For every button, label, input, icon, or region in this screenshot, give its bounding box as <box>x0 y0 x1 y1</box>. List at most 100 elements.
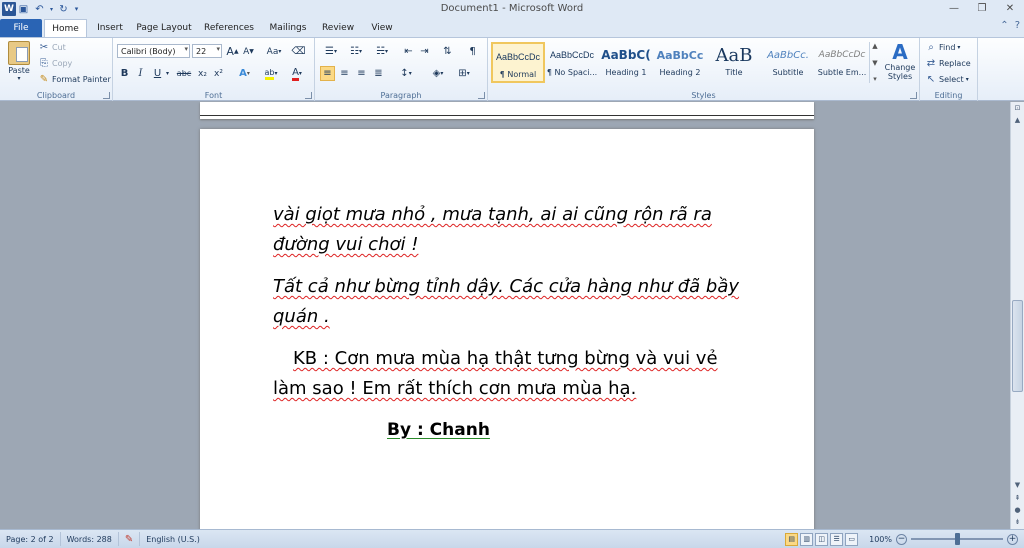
italic-button[interactable]: I <box>133 66 148 81</box>
styles-gallery-scroll[interactable]: ▲ ▼ ▾ <box>869 42 880 83</box>
zoom-slider-knob[interactable] <box>955 533 960 545</box>
grow-font-button[interactable]: A ▲ <box>225 44 240 59</box>
word-logo-icon[interactable]: W <box>2 2 16 16</box>
style-heading-1[interactable]: AaBbC( Heading 1 <box>599 42 653 83</box>
document-area[interactable]: vài giọt mưa nhỏ , mưa tạnh, ai ai cũng … <box>0 102 1010 529</box>
tab-page-layout[interactable]: Page Layout <box>134 19 194 37</box>
find-button[interactable]: ⌕ Find ▾ <box>925 41 960 53</box>
proofing-icon[interactable]: ✎ <box>119 532 141 546</box>
minimize-icon[interactable]: — <box>940 0 968 17</box>
scroll-down-icon[interactable]: ▼ <box>1011 479 1024 491</box>
select-browse-object-icon[interactable]: ● <box>1011 504 1024 516</box>
cut-button[interactable]: ✂ Cut <box>38 41 66 53</box>
scroll-up-icon[interactable]: ▲ <box>1011 114 1024 126</box>
save-icon[interactable]: ▣ <box>16 2 31 17</box>
superscript-button[interactable]: x² <box>211 66 226 81</box>
replace-button[interactable]: ⇄ Replace <box>925 57 971 69</box>
paragraph-3[interactable]: KB : Cơn mưa mùa hạ thật tưng bừng và vu… <box>273 344 753 404</box>
chevron-down-icon[interactable]: ▼ <box>872 59 877 67</box>
align-left-icon[interactable]: ≡ <box>320 66 335 81</box>
minimize-ribbon-icon[interactable]: ⌃ <box>1000 20 1008 31</box>
tab-file[interactable]: File <box>0 19 42 37</box>
style-heading-2[interactable]: AaBbCc Heading 2 <box>653 42 707 83</box>
page-count[interactable]: Page: 2 of 2 <box>0 532 61 546</box>
shrink-font-button[interactable]: A ▼ <box>241 44 256 59</box>
line-spacing-button[interactable]: ↕ ▾ <box>395 66 417 81</box>
zoom-out-icon[interactable]: − <box>896 533 907 545</box>
dropdown-arrow-icon[interactable]: ▾ <box>48 2 55 17</box>
zoom-slider[interactable] <box>911 533 1003 545</box>
previous-page-icon[interactable]: ⇞ <box>1011 492 1024 504</box>
draft-view-icon[interactable]: ▭ <box>845 532 859 546</box>
tab-insert[interactable]: Insert <box>92 19 128 37</box>
customize-qat-icon[interactable]: ▾ <box>72 2 81 17</box>
change-styles-button[interactable]: A Change Styles <box>882 41 918 81</box>
signature[interactable]: By : Chanh <box>387 420 490 440</box>
dialog-launcher-icon[interactable] <box>103 92 110 99</box>
decrease-indent-icon[interactable]: ⇤ <box>401 44 416 59</box>
next-page-icon[interactable]: ⇟ <box>1011 516 1024 528</box>
multilevel-list-button[interactable]: ☵ ▾ <box>371 44 393 59</box>
dialog-launcher-icon[interactable] <box>910 92 917 99</box>
subscript-button[interactable]: x₂ <box>195 66 210 81</box>
tab-view[interactable]: View <box>364 19 400 37</box>
zoom-in-icon[interactable]: + <box>1007 533 1018 545</box>
text-effects-button[interactable]: A ▾ <box>237 66 252 81</box>
numbering-button[interactable]: ☷ ▾ <box>345 44 367 59</box>
borders-button[interactable]: ⊞ ▾ <box>453 66 475 81</box>
document-page[interactable]: vài giọt mưa nhỏ , mưa tạnh, ai ai cũng … <box>200 129 814 529</box>
tab-home[interactable]: Home <box>44 19 87 37</box>
language[interactable]: English (U.S.) <box>140 532 206 546</box>
font-name-combo[interactable]: Calibri (Body) ▾ <box>117 44 190 58</box>
change-case-button[interactable]: Aa ▾ <box>264 44 284 59</box>
copy-button[interactable]: ⎘ Copy <box>38 57 72 69</box>
style-subtle-emphasis[interactable]: AaBbCcDc Subtle Em... <box>815 42 869 83</box>
tab-mailings[interactable]: Mailings <box>264 19 312 37</box>
justify-icon[interactable]: ≣ <box>371 66 386 81</box>
align-right-icon[interactable]: ≡ <box>354 66 369 81</box>
scrollbar-thumb[interactable] <box>1012 300 1023 392</box>
bullets-button[interactable]: ☰ ▾ <box>320 44 342 59</box>
pilcrow-icon[interactable]: ¶ <box>465 44 480 59</box>
paragraph-1[interactable]: vài giọt mưa nhỏ , mưa tạnh, ai ai cũng … <box>273 200 753 260</box>
more-icon[interactable]: ▾ <box>873 75 877 83</box>
print-layout-view-icon[interactable]: ▤ <box>785 532 799 546</box>
highlight-button[interactable]: ab ▾ <box>261 66 281 81</box>
shading-button[interactable]: ◈ ▾ <box>427 66 449 81</box>
sort-icon[interactable]: ⇅ <box>440 44 455 59</box>
font-color-button[interactable]: A ▾ <box>287 66 307 81</box>
font-size-combo[interactable]: 22 ▾ <box>192 44 222 58</box>
full-screen-reading-view-icon[interactable]: ▥ <box>800 532 814 546</box>
tab-review[interactable]: Review <box>318 19 358 37</box>
ruler-toggle-icon[interactable]: ⊡ <box>1011 102 1024 114</box>
style-normal[interactable]: AaBbCcDc ¶ Normal <box>491 42 545 83</box>
restore-icon[interactable]: ❐ <box>968 0 996 17</box>
align-center-icon[interactable]: ≡ <box>337 66 352 81</box>
chevron-down-icon[interactable]: ▾ <box>164 66 171 81</box>
dialog-launcher-icon[interactable] <box>305 92 312 99</box>
tab-references[interactable]: References <box>200 19 258 37</box>
close-icon[interactable]: ✕ <box>996 0 1024 17</box>
redo-icon[interactable]: ↻ <box>56 2 71 17</box>
increase-indent-icon[interactable]: ⇥ <box>417 44 432 59</box>
help-icon[interactable]: ? <box>1015 20 1020 31</box>
word-count[interactable]: Words: 288 <box>61 532 119 546</box>
outline-view-icon[interactable]: ☰ <box>830 532 844 546</box>
dialog-launcher-icon[interactable] <box>478 92 485 99</box>
paragraph-2[interactable]: Tất cả như bừng tỉnh dậy. Các cửa hàng n… <box>273 272 753 332</box>
undo-icon[interactable]: ↶ <box>32 2 47 17</box>
clear-formatting-icon[interactable]: ⌫ <box>291 44 306 59</box>
style-subtitle[interactable]: AaBbCc. Subtitle <box>761 42 815 83</box>
vertical-scrollbar[interactable]: ⊡ ▲ ▼ ⇞ ● ⇟ <box>1010 102 1024 529</box>
select-button[interactable]: ↖ Select ▾ <box>925 73 969 85</box>
chevron-up-icon[interactable]: ▲ <box>872 42 877 50</box>
strikethrough-button[interactable]: abc <box>175 66 193 81</box>
style-title[interactable]: AaB Title <box>707 42 761 83</box>
zoom-level[interactable]: 100% <box>869 535 892 544</box>
bold-button[interactable]: B <box>117 66 132 81</box>
paste-button[interactable]: Paste ▾ <box>6 41 32 82</box>
underline-button[interactable]: U <box>150 66 165 81</box>
style-no-spacing[interactable]: AaBbCcDc ¶ No Spaci... <box>545 42 599 83</box>
web-layout-view-icon[interactable]: ◫ <box>815 532 829 546</box>
format-painter-button[interactable]: ✎ Format Painter <box>38 73 111 85</box>
